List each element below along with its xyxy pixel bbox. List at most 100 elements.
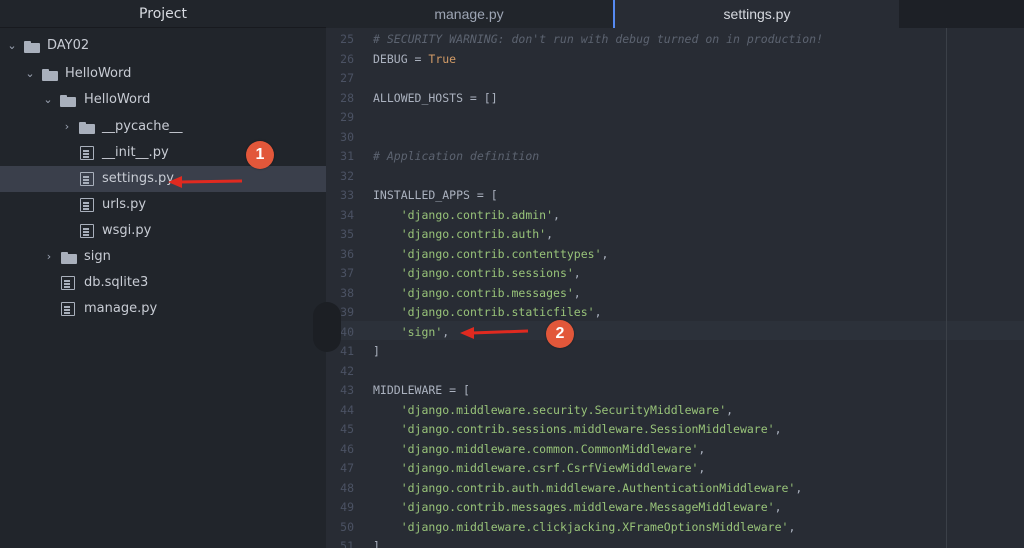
tree-item-label: __pycache__ xyxy=(102,119,183,134)
line-number: 43 xyxy=(340,383,354,397)
folder-icon xyxy=(60,95,76,109)
code-comment: # SECURITY WARNING: don't run with debug… xyxy=(373,32,824,46)
code-line: 'django.contrib.auth.middleware.Authenti… xyxy=(400,480,803,495)
line-number: 28 xyxy=(340,90,354,105)
tree-item-label: __init__.py xyxy=(102,145,169,160)
tree-item-helloword[interactable]: ⌄ HelloWord xyxy=(0,61,326,87)
wrap-guide xyxy=(946,28,947,548)
string-literal: 'django.middleware.clickjacking.XFrameOp… xyxy=(400,519,789,534)
line-number-gutter: 25 26 27 28 29 30 31 32 33 34 35 36 37 38 39 40 41 42 43 44… xyxy=(326,28,366,548)
string-literal: 'django.contrib.sessions.middleware.Sess… xyxy=(400,422,775,436)
chevron-right-icon[interactable]: › xyxy=(61,114,73,140)
code-line: 'django.contrib.messages', xyxy=(400,285,581,300)
tree-item-pycache[interactable]: › __pycache__ xyxy=(0,114,326,140)
line-number: 36 xyxy=(340,246,354,261)
string-literal: 'django.contrib.staticfiles' xyxy=(400,305,595,319)
code-text: ] xyxy=(373,344,380,358)
chevron-down-icon[interactable]: ⌄ xyxy=(24,61,36,87)
code-comment: # Application definition xyxy=(373,149,540,163)
tree-item-db[interactable]: db.sqlite3 xyxy=(0,270,326,296)
line-number: 45 xyxy=(340,422,354,436)
tree-item-sign[interactable]: › sign xyxy=(0,244,326,270)
code-line: # Application definition xyxy=(373,149,539,163)
folder-icon xyxy=(79,122,95,136)
string-literal: 'django.contrib.admin' xyxy=(400,207,554,222)
tree-item-label: urls.py xyxy=(102,197,147,212)
annotation-badge-1: 1 xyxy=(246,141,274,169)
string-literal: 'django.contrib.auth.middleware.Authenti… xyxy=(400,480,796,495)
code-line: ALLOWED_HOSTS = [] xyxy=(373,91,498,105)
string-literal: 'sign' xyxy=(400,324,443,339)
string-literal: 'django.contrib.sessions' xyxy=(400,266,574,280)
code-line: ] xyxy=(373,539,380,548)
code-line: 'django.middleware.csrf.CsrfViewMiddlewa… xyxy=(400,461,706,475)
tree-item-wsgi[interactable]: wsgi.py xyxy=(0,218,326,244)
file-icon xyxy=(80,146,94,160)
string-literal: 'django.contrib.messages.middleware.Mess… xyxy=(400,500,775,514)
file-icon xyxy=(61,276,75,290)
tab-manage-py[interactable]: manage.py xyxy=(326,0,612,28)
file-icon xyxy=(80,172,94,186)
string-literal: 'django.middleware.common.CommonMiddlewa… xyxy=(400,441,699,456)
line-number: 44 xyxy=(340,402,354,417)
tree-item-label: wsgi.py xyxy=(102,223,152,238)
code-line: 'django.contrib.messages.middleware.Mess… xyxy=(400,500,782,514)
line-number: 27 xyxy=(340,71,354,85)
code-line: 'django.contrib.sessions', xyxy=(400,266,581,280)
line-number: 51 xyxy=(340,539,354,548)
annotation-arrow-2 xyxy=(460,327,529,339)
string-literal: 'django.contrib.auth' xyxy=(400,227,547,241)
tree-item-manage[interactable]: manage.py xyxy=(0,296,326,322)
line-number: 30 xyxy=(340,129,354,144)
tree-item-settings[interactable]: settings.py xyxy=(0,166,326,192)
tree-item-label: DAY02 xyxy=(47,38,90,53)
tree-item-helloword-inner[interactable]: ⌄ HelloWord xyxy=(0,87,326,113)
line-number: 34 xyxy=(340,207,354,222)
code-line: 'django.contrib.contenttypes', xyxy=(400,246,609,261)
line-number: 26 xyxy=(340,51,354,66)
constant-literal: True xyxy=(428,51,457,66)
line-number: 47 xyxy=(340,461,354,475)
string-literal: 'django.contrib.contenttypes' xyxy=(400,246,602,261)
line-number: 42 xyxy=(340,363,354,378)
code-text: ALLOWED_HOSTS = [] xyxy=(373,90,498,105)
folder-icon xyxy=(61,252,77,266)
panel-resize-handle[interactable] xyxy=(313,302,341,352)
annotation-arrow-1 xyxy=(168,176,243,188)
tree-item-urls[interactable]: urls.py xyxy=(0,192,326,218)
tree-item-label: sign xyxy=(84,249,111,264)
code-line: DEBUG = True xyxy=(373,52,456,66)
tree-item-label: db.sqlite3 xyxy=(84,275,149,290)
line-number: 32 xyxy=(340,168,354,183)
chevron-down-icon[interactable]: ⌄ xyxy=(6,33,18,59)
line-number: 29 xyxy=(340,110,354,124)
line-number: 35 xyxy=(340,227,354,241)
line-number: 37 xyxy=(340,266,354,280)
code-text: MIDDLEWARE = [ xyxy=(373,383,470,397)
code-line: ] xyxy=(373,344,380,358)
file-icon xyxy=(61,302,75,316)
code-line: 'django.contrib.staticfiles', xyxy=(400,305,602,319)
code-line: # SECURITY WARNING: don't run with debug… xyxy=(373,32,823,46)
tree-item-label: HelloWord xyxy=(84,92,151,107)
tree-item-label: manage.py xyxy=(84,301,158,316)
chevron-down-icon[interactable]: ⌄ xyxy=(42,87,54,113)
tree-item-init[interactable]: __init__.py xyxy=(0,140,326,166)
tree-item-day02[interactable]: ⌄ DAY02 xyxy=(0,33,326,59)
code-line: 'django.contrib.admin', xyxy=(400,207,560,222)
editor-tab-bar: manage.py settings.py xyxy=(326,0,1024,28)
code-line: INSTALLED_APPS = [ xyxy=(373,188,498,202)
string-literal: 'django.middleware.security.SecurityMidd… xyxy=(400,402,727,417)
folder-icon xyxy=(42,69,58,83)
code-line: 'django.middleware.security.SecurityMidd… xyxy=(400,402,734,417)
file-icon xyxy=(80,198,94,212)
tab-bar-empty xyxy=(899,0,1024,28)
line-number: 33 xyxy=(340,188,354,202)
code-text: ] xyxy=(373,539,380,548)
tree-item-label: HelloWord xyxy=(65,66,132,81)
code-text: DEBUG = xyxy=(373,51,429,66)
chevron-right-icon[interactable]: › xyxy=(43,244,55,270)
code-editor[interactable]: 25 26 27 28 29 30 31 32 33 34 35 36 37 38 39 40 41 42 43 44… xyxy=(326,28,1024,548)
tab-settings-py[interactable]: settings.py xyxy=(613,0,899,28)
line-number: 46 xyxy=(340,441,354,456)
